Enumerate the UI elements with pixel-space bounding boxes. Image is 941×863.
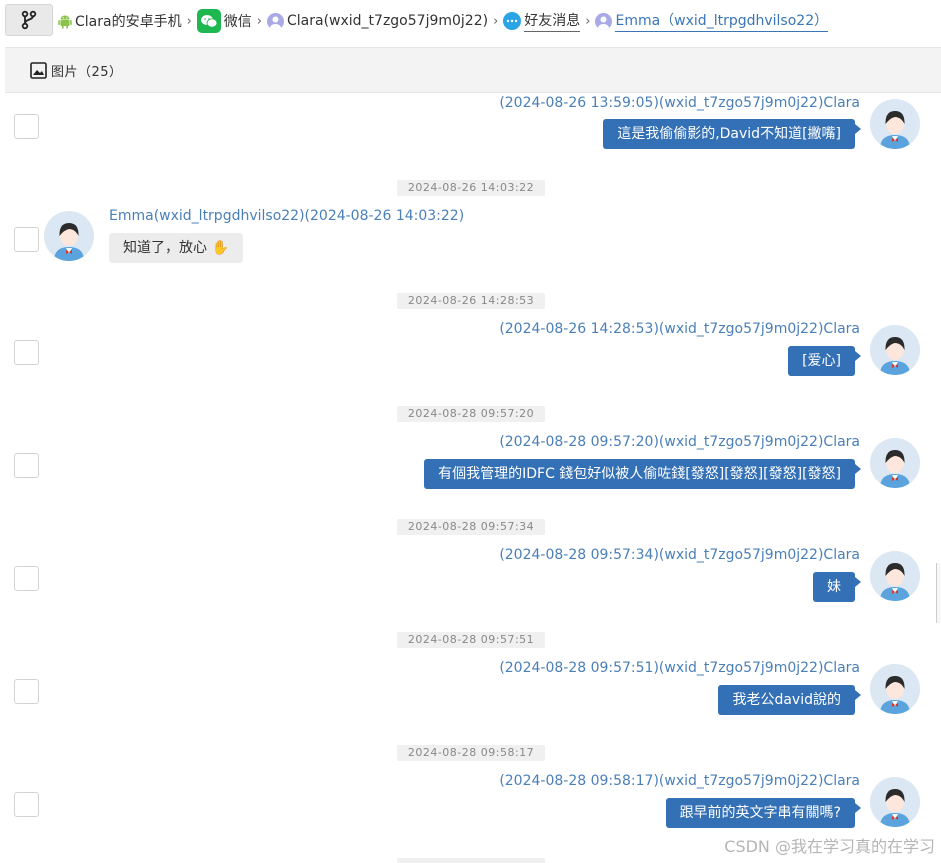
breadcrumb-item-contact[interactable]: Emma（wxid_ltrpgdhvilso22） bbox=[595, 10, 829, 32]
message-checkbox[interactable] bbox=[14, 566, 39, 591]
message-checkbox[interactable] bbox=[14, 792, 39, 817]
message-list[interactable]: (2024-08-26 13:59:05)(wxid_t7zgo57j9m0j2… bbox=[5, 93, 941, 863]
breadcrumb-item-device[interactable]: Clara的安卓手机 bbox=[58, 11, 182, 31]
android-icon bbox=[58, 15, 72, 29]
chevron-right-icon: › bbox=[256, 13, 262, 29]
message-header: (2024-08-28 09:57:20)(wxid_t7zgo57j9m0j2… bbox=[499, 434, 860, 450]
branch-icon bbox=[21, 10, 37, 30]
timestamp-divider: 2024-08-28 09:58:17 bbox=[397, 745, 545, 761]
avatar bbox=[870, 777, 920, 827]
message-bubble: 我老公david說的 bbox=[718, 685, 861, 715]
message-bubble: 妹 bbox=[813, 572, 861, 602]
breadcrumb-item-account[interactable]: Clara(wxid_t7zgo57j9m0j22) bbox=[267, 12, 489, 30]
message-bubble: 有個我管理的IDFC 錢包好似被人偷咗錢[發怒][發怒][發怒][發怒] bbox=[424, 459, 861, 489]
breadcrumb-label: 微信 bbox=[223, 14, 252, 30]
person-icon bbox=[267, 12, 284, 30]
avatar bbox=[870, 99, 920, 149]
chevron-right-icon: › bbox=[585, 13, 591, 29]
avatar bbox=[870, 438, 920, 488]
tab-images-label: 图片（25） bbox=[51, 65, 123, 80]
message-header: (2024-08-26 13:59:05)(wxid_t7zgo57j9m0j2… bbox=[499, 95, 860, 111]
avatar bbox=[44, 211, 94, 261]
chat-bubble-icon bbox=[503, 12, 522, 30]
message-checkbox[interactable] bbox=[14, 453, 39, 478]
breadcrumb-label: Clara的安卓手机 bbox=[75, 14, 182, 30]
breadcrumb-label: Emma（wxid_ltrpgdhvilso22） bbox=[615, 10, 829, 32]
timestamp-divider: 2024-08-28 09:57:34 bbox=[397, 519, 545, 535]
message-bubble: [爱心] bbox=[788, 346, 861, 376]
breadcrumb-label: Clara(wxid_t7zgo57j9m0j22) bbox=[287, 13, 489, 29]
chevron-right-icon: › bbox=[186, 13, 192, 29]
person-icon bbox=[595, 12, 613, 30]
tab-images[interactable]: 图片（25） bbox=[30, 61, 123, 80]
breadcrumb-bar: Clara的安卓手机 › 微信 › Clara(wxid_t7zgo57j9m0… bbox=[0, 0, 941, 42]
message-checkbox[interactable] bbox=[14, 227, 39, 252]
timestamp-divider: 2024-08-28 09:57:51 bbox=[397, 632, 545, 648]
breadcrumb-item-friend-messages[interactable]: 好友消息 bbox=[503, 10, 581, 32]
timestamp-divider: 2024-08-26 14:03:22 bbox=[397, 180, 545, 196]
scroll-handle[interactable] bbox=[936, 563, 941, 623]
avatar bbox=[870, 325, 920, 375]
timestamp-divider: 2024-08-28 09:57:20 bbox=[397, 406, 545, 422]
message-checkbox[interactable] bbox=[14, 679, 39, 704]
timestamp-divider: 2024-08-26 14:28:53 bbox=[397, 293, 545, 309]
timestamp-divider bbox=[397, 858, 545, 863]
breadcrumb-item-wechat[interactable]: 微信 bbox=[196, 9, 252, 33]
message-checkbox[interactable] bbox=[14, 114, 39, 139]
watermark: CSDN @我在学习真的在学习 bbox=[724, 837, 935, 856]
avatar bbox=[870, 551, 920, 601]
tab-bar: 图片（25） bbox=[5, 47, 941, 93]
message-bubble: 這是我偷偷影的,David不知道[撇嘴] bbox=[603, 119, 861, 149]
message-header: Emma(wxid_ltrpgdhvilso22)(2024-08-26 14:… bbox=[109, 208, 465, 224]
message-header: (2024-08-28 09:57:34)(wxid_t7zgo57j9m0j2… bbox=[499, 547, 860, 563]
avatar bbox=[870, 664, 920, 714]
message-bubble: 知道了，放心 ✋ bbox=[109, 233, 243, 263]
message-header: (2024-08-26 14:28:53)(wxid_t7zgo57j9m0j2… bbox=[499, 321, 860, 337]
breadcrumb-label: 好友消息 bbox=[524, 10, 581, 32]
chevron-right-icon: › bbox=[493, 13, 499, 29]
breadcrumb: Clara的安卓手机 › 微信 › Clara(wxid_t7zgo57j9m0… bbox=[58, 8, 829, 34]
message-header: (2024-08-28 09:58:17)(wxid_t7zgo57j9m0j2… bbox=[499, 773, 860, 789]
image-icon bbox=[30, 62, 47, 79]
branch-button[interactable] bbox=[5, 4, 53, 36]
message-header: (2024-08-28 09:57:51)(wxid_t7zgo57j9m0j2… bbox=[499, 660, 860, 676]
wechat-icon bbox=[196, 9, 221, 33]
message-bubble: 跟早前的英文字串有關嗎? bbox=[665, 798, 862, 828]
message-checkbox[interactable] bbox=[14, 340, 39, 365]
